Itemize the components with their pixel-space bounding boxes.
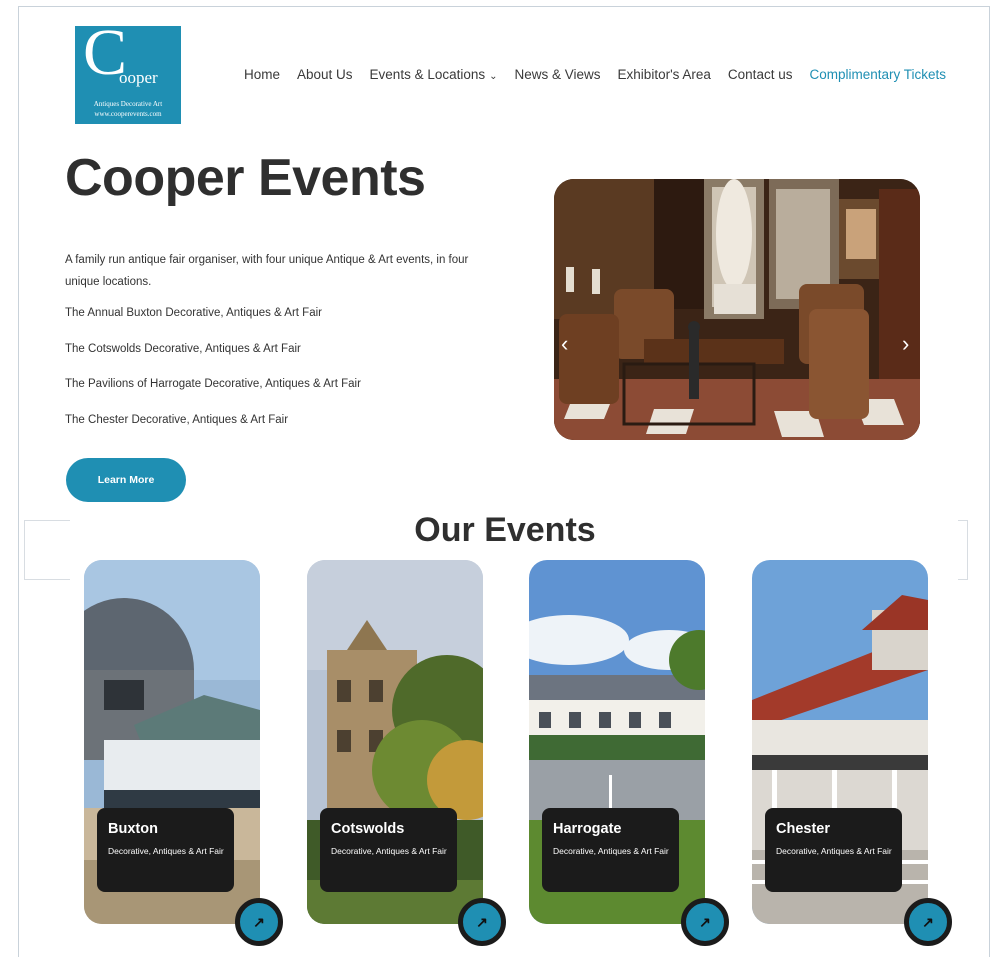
arrow-up-right-icon[interactable]: ↗ xyxy=(235,898,283,946)
fair-item: The Chester Decorative, Antiques & Art F… xyxy=(65,414,289,426)
arrow-up-right-icon[interactable]: ↗ xyxy=(458,898,506,946)
nav-home[interactable]: Home xyxy=(244,67,280,82)
card-label: Buxton Decorative, Antiques & Art Fair xyxy=(97,808,234,892)
card-subtitle: Decorative, Antiques & Art Fair xyxy=(553,846,669,856)
nav-events-locations[interactable]: Events & Locations ⌄ xyxy=(370,67,498,82)
nav-news-views[interactable]: News & Views xyxy=(515,67,601,82)
page-title: Cooper Events xyxy=(65,149,426,207)
nav-exhibitors-area[interactable]: Exhibitor's Area xyxy=(618,67,711,82)
card-title: Buxton xyxy=(108,821,158,837)
chevron-left-icon[interactable]: ‹ xyxy=(561,333,568,355)
events-title: Our Events xyxy=(414,511,596,549)
card-title: Cotswolds xyxy=(331,821,405,837)
nav-contact-us[interactable]: Contact us xyxy=(728,67,793,82)
event-card-chester[interactable]: Chester Decorative, Antiques & Art Fair xyxy=(752,560,928,924)
intro-text: A family run antique fair organiser, wit… xyxy=(65,254,469,288)
event-card-buxton[interactable]: Buxton Decorative, Antiques & Art Fair xyxy=(84,560,260,924)
fair-item: The Pavilions of Harrogate Decorative, A… xyxy=(65,378,361,390)
learn-more-button[interactable]: Learn More xyxy=(66,458,186,502)
nav-complimentary-tickets[interactable]: Complimentary Tickets xyxy=(809,67,946,82)
cooper-logo[interactable]: C ooper Antiques Decorative Art www.coop… xyxy=(75,26,181,124)
fair-item: The Annual Buxton Decorative, Antiques &… xyxy=(65,307,322,319)
arrow-up-right-icon[interactable]: ↗ xyxy=(681,898,729,946)
card-subtitle: Decorative, Antiques & Art Fair xyxy=(331,846,447,856)
card-label: Harrogate Decorative, Antiques & Art Fai… xyxy=(542,808,679,892)
logo-name: ooper xyxy=(119,68,158,87)
card-title: Harrogate xyxy=(553,821,622,837)
chevron-right-icon[interactable]: › xyxy=(902,333,909,355)
chevron-down-icon: ⌄ xyxy=(489,71,498,82)
card-title: Chester xyxy=(776,821,830,837)
main-nav: Home About Us Events & Locations ⌄ News &… xyxy=(244,67,946,82)
fair-item: The Cotswolds Decorative, Antiques & Art… xyxy=(65,343,301,355)
hero-slider[interactable] xyxy=(554,179,920,440)
nav-about-us[interactable]: About Us xyxy=(297,67,353,82)
arrow-up-right-icon[interactable]: ↗ xyxy=(904,898,952,946)
logo-url: www.cooperevents.com xyxy=(94,110,162,118)
card-subtitle: Decorative, Antiques & Art Fair xyxy=(108,846,224,856)
logo-tagline: Antiques Decorative Art xyxy=(93,100,163,108)
event-card-harrogate[interactable]: Harrogate Decorative, Antiques & Art Fai… xyxy=(529,560,705,924)
event-card-cotswolds[interactable]: Cotswolds Decorative, Antiques & Art Fai… xyxy=(307,560,483,924)
card-label: Chester Decorative, Antiques & Art Fair xyxy=(765,808,902,892)
card-label: Cotswolds Decorative, Antiques & Art Fai… xyxy=(320,808,457,892)
nav-events-label: Events & Locations xyxy=(369,67,486,82)
card-subtitle: Decorative, Antiques & Art Fair xyxy=(776,846,892,856)
antique-room-image xyxy=(554,179,920,440)
